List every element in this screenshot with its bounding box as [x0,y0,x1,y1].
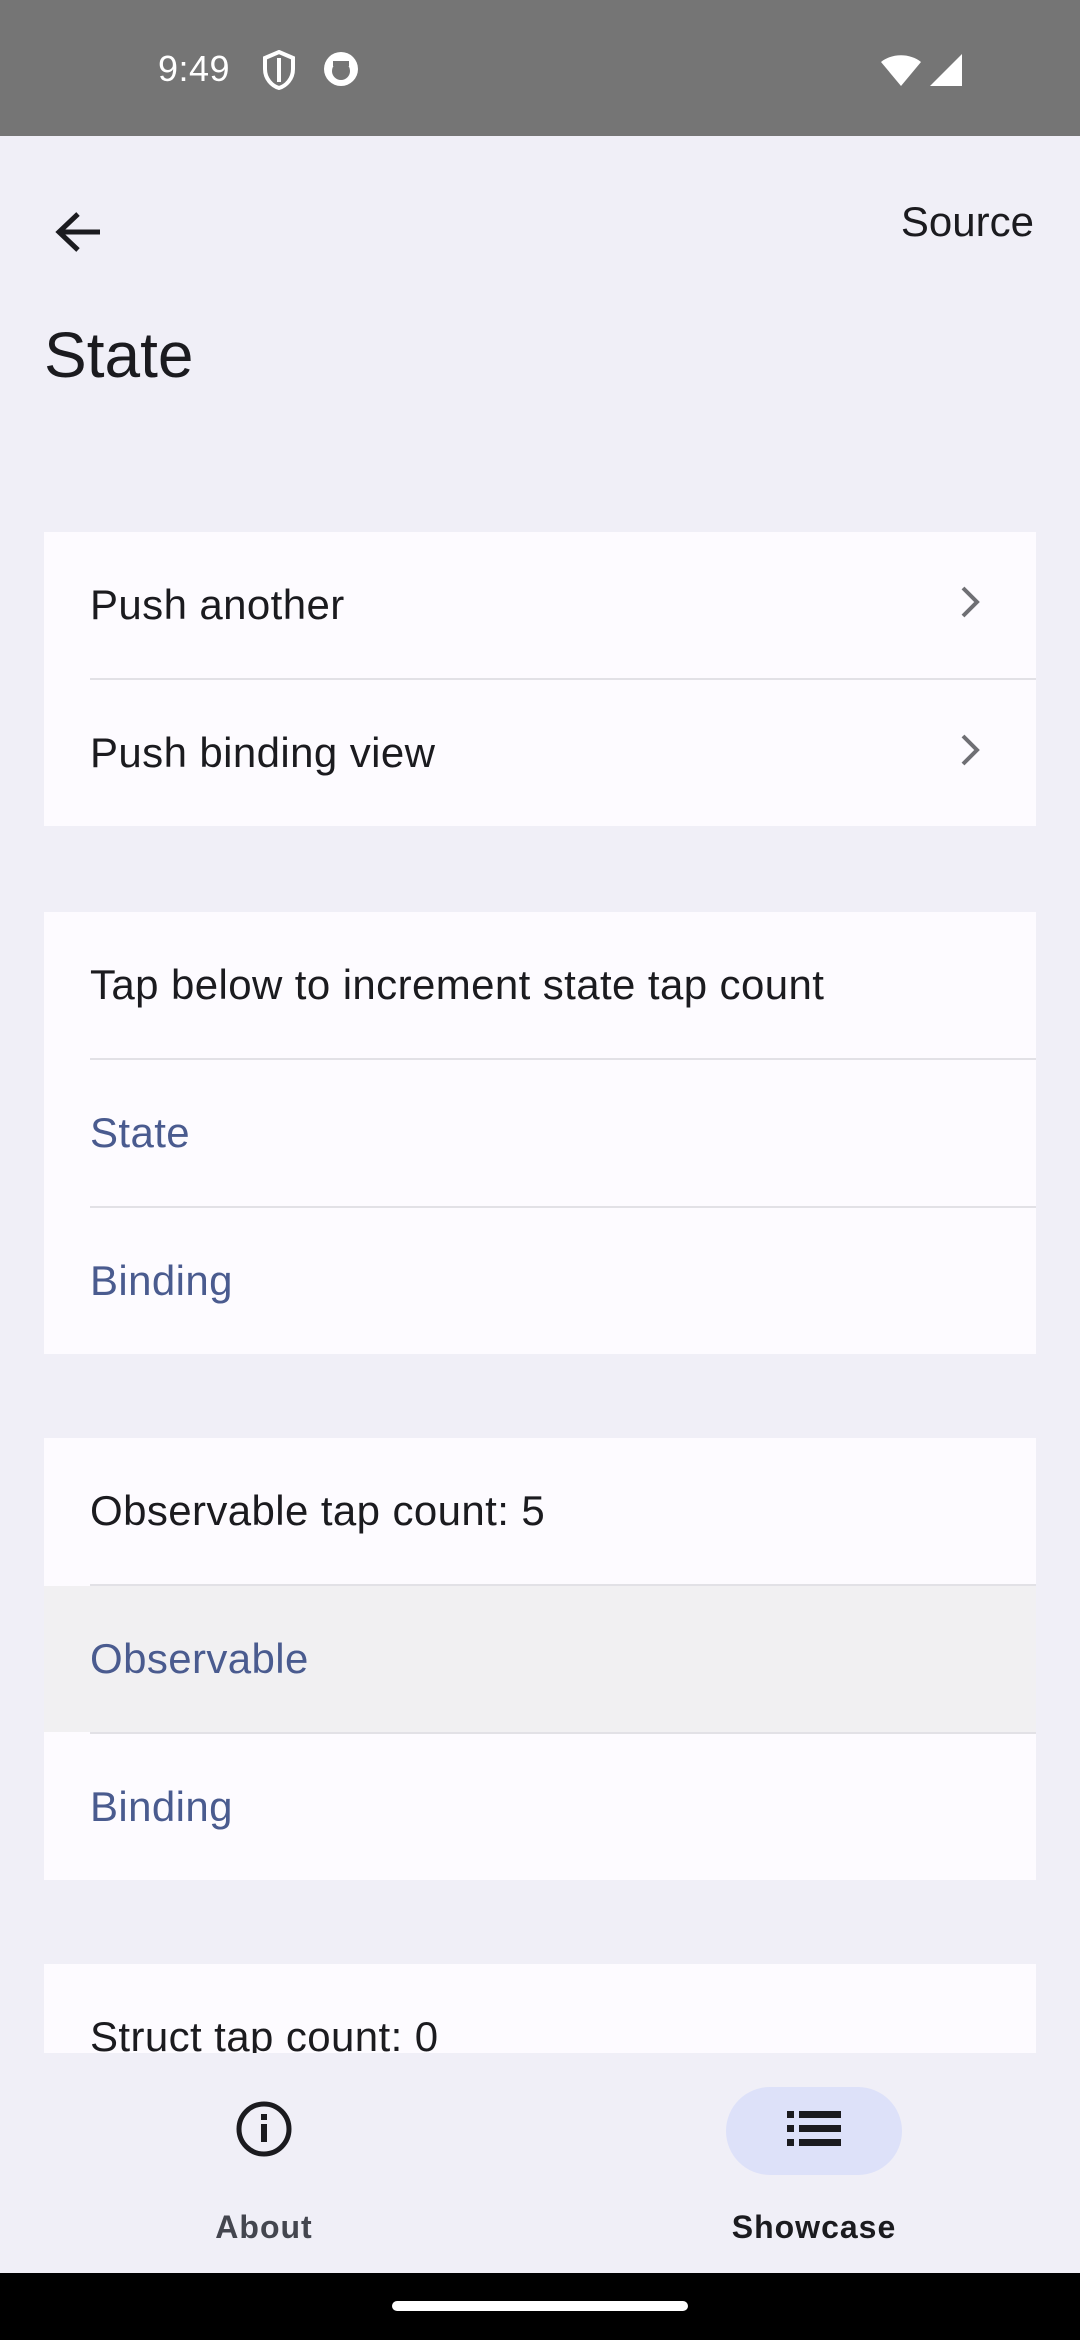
row-label: Push another [90,581,345,628]
status-time: 9:49 [158,48,231,89]
chevron-right-icon [960,729,980,777]
row-label: Struct tap count: 0 [90,2013,439,2053]
state-section: Tap below to increment state tap count S… [44,912,1036,1354]
nav-item-about[interactable]: About [114,2053,414,2273]
app-bar: Source [0,136,1080,316]
bottom-navigation: About Showcase [0,2053,1080,2273]
chevron-right-icon [960,581,980,629]
gesture-navigation-bar [0,2273,1080,2340]
row-label: State [90,1109,191,1156]
row-label: Binding [90,1257,233,1304]
signal-icon [928,54,964,93]
page-title: State [44,319,194,391]
row-label: Binding [90,1783,233,1830]
struct-tap-count-text: Struct tap count: 0 [44,1964,1036,2053]
observable-button[interactable]: Observable [44,1586,1036,1732]
struct-section: Struct tap count: 0 [44,1964,1036,2053]
nav-label-showcase: Showcase [731,2209,897,2245]
navigation-section: Push another Push binding view [44,532,1036,826]
push-binding-view-row[interactable]: Push binding view [44,680,1036,826]
back-button[interactable] [40,196,116,272]
nav-pill [176,2087,352,2175]
nav-item-showcase[interactable]: Showcase [664,2053,964,2273]
row-label: Push binding view [90,729,436,776]
nav-label-about: About [215,2209,313,2245]
row-label: Tap below to increment state tap count [90,961,825,1008]
row-label: Observable tap count: 5 [90,1487,546,1534]
state-button[interactable]: State [44,1060,1036,1206]
status-bar: 9:49 [0,0,1080,136]
content-list[interactable]: Push another Push binding view Tap below… [0,390,1080,2053]
nav-pill-active [726,2087,902,2175]
state-tap-count-text: Tap below to increment state tap count [44,912,1036,1058]
observable-binding-button[interactable]: Binding [44,1734,1036,1880]
info-icon [235,2100,293,2163]
observable-section: Observable tap count: 5 Observable Bindi… [44,1438,1036,1880]
push-another-row[interactable]: Push another [44,532,1036,678]
shield-icon [262,49,296,95]
arrow-back-icon [54,210,102,259]
source-button[interactable]: Source [901,198,1034,246]
observable-tap-count-text: Observable tap count: 5 [44,1438,1036,1584]
wifi-icon [880,54,922,93]
notification-app-icon [322,50,360,93]
row-label: Observable [90,1635,309,1682]
list-icon [787,2109,841,2154]
state-binding-button[interactable]: Binding [44,1208,1036,1354]
home-handle[interactable] [392,2301,688,2311]
